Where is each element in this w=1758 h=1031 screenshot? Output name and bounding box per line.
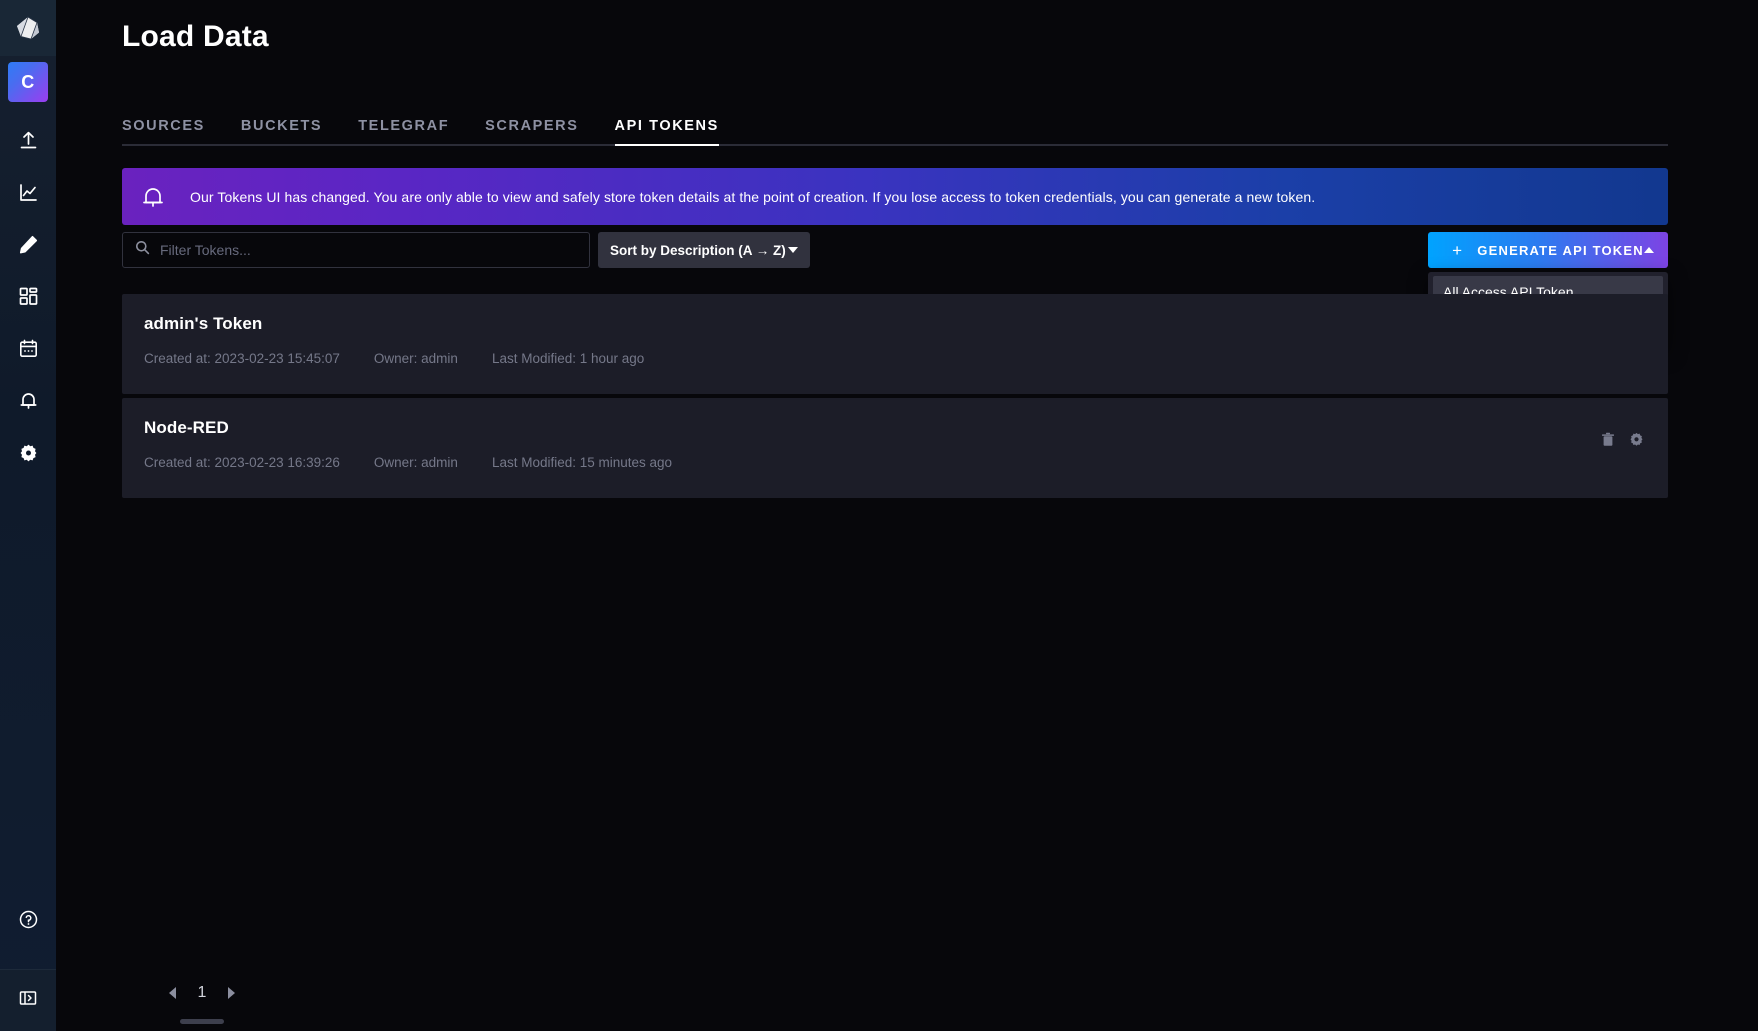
sidebar-bottom [0,899,56,1031]
sidebar-item-load-data[interactable] [8,120,48,160]
sidebar-item-help[interactable] [8,899,48,939]
token-list: admin's Token Created at: 2023-02-23 15:… [122,294,1668,502]
search-box[interactable] [122,232,590,268]
sidebar-item-notebooks[interactable] [8,224,48,264]
info-banner: Our Tokens UI has changed. You are only … [122,168,1668,225]
tab-bar: SOURCES BUCKETS TELEGRAF SCRAPERS API TO… [122,108,1668,146]
generate-api-token-button[interactable]: + GENERATE API TOKEN [1428,232,1668,268]
token-name[interactable]: admin's Token [144,314,1646,334]
table-row[interactable]: Node-RED Created at: 2023-02-23 16:39:26… [122,398,1668,498]
tab-sources[interactable]: SOURCES [122,118,205,144]
token-owner: Owner: admin [374,455,458,470]
sort-dropdown-label: Sort by Description (A → Z) [610,243,786,258]
sort-dropdown[interactable]: Sort by Description (A → Z) [598,232,810,268]
panel-expand-icon [18,988,38,1013]
bell-icon [140,184,166,210]
generate-api-token-label: GENERATE API TOKEN [1477,243,1644,258]
sidebar-collapse-toggle[interactable] [0,969,56,1031]
line-graph-explore-icon [18,182,39,203]
tab-scrapers[interactable]: SCRAPERS [485,118,578,144]
tab-api-tokens[interactable]: API TOKENS [615,118,719,144]
dashboards-grid-icon [18,286,39,307]
main-content: Load Data SOURCES BUCKETS TELEGRAF SCRAP… [56,0,1758,1031]
org-avatar-label: C [21,72,35,93]
token-last-modified: Last Modified: 1 hour ago [492,351,644,366]
sidebar: C [0,0,56,1031]
bell-alerts-icon [18,390,39,411]
question-circle-help-icon [18,909,39,930]
gear-icon[interactable] [1629,432,1644,452]
calendar-tasks-icon [18,338,39,359]
sidebar-item-tasks[interactable] [8,328,48,368]
pagination-current-page[interactable]: 1 [198,984,207,1002]
pagination: 1 [122,973,282,1013]
token-created: Created at: 2023-02-23 15:45:07 [144,351,340,366]
influxdb-logo-icon[interactable] [0,0,56,56]
token-meta: Created at: 2023-02-23 16:39:26 Owner: a… [144,455,1646,470]
token-created: Created at: 2023-02-23 16:39:26 [144,455,340,470]
generate-token-wrapper: + GENERATE API TOKEN All Access API Toke… [1428,232,1668,268]
search-icon [135,240,150,260]
trash-icon[interactable] [1601,432,1615,452]
token-meta: Created at: 2023-02-23 15:45:07 Owner: a… [144,351,1646,366]
page-title: Load Data [122,20,269,54]
table-row[interactable]: admin's Token Created at: 2023-02-23 15:… [122,294,1668,394]
token-last-modified: Last Modified: 15 minutes ago [492,455,672,470]
chevron-up-icon [1644,247,1654,253]
upload-data-icon [18,130,39,151]
plus-icon: + [1452,242,1463,259]
tab-telegraf[interactable]: TELEGRAF [358,118,449,144]
sidebar-item-dashboards[interactable] [8,276,48,316]
search-input[interactable] [160,233,577,267]
chevron-right-icon[interactable] [228,987,235,999]
gear-settings-icon [18,442,39,463]
tab-buckets[interactable]: BUCKETS [241,118,322,144]
pencil-notebook-icon [18,234,39,255]
chevron-down-icon [788,247,798,253]
sidebar-nav [8,120,48,472]
sidebar-item-data-explorer[interactable] [8,172,48,212]
controls-row: Sort by Description (A → Z) + GENERATE A… [122,232,1668,268]
chevron-left-icon[interactable] [169,987,176,999]
org-avatar[interactable]: C [8,62,48,102]
row-actions [1601,432,1644,452]
sidebar-item-alerts[interactable] [8,380,48,420]
sidebar-item-settings[interactable] [8,432,48,472]
banner-message: Our Tokens UI has changed. You are only … [190,189,1315,205]
token-owner: Owner: admin [374,351,458,366]
token-name[interactable]: Node-RED [144,418,1646,438]
